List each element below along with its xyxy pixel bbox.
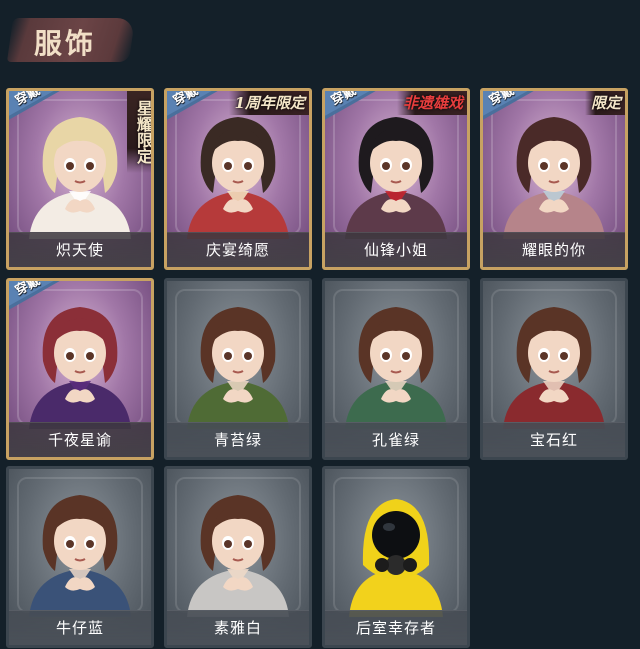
- costume-name: 后室幸存者: [325, 610, 467, 645]
- wear-badge: 穿戴: [325, 91, 381, 122]
- costume-name: 素雅白: [167, 610, 309, 645]
- pupil-right: [244, 162, 252, 170]
- costume-name: 庆宴绮愿: [167, 232, 309, 267]
- costume-card[interactable]: 穿戴 1周年限定庆宴绮愿: [164, 88, 312, 270]
- costume-name: 牛仔蓝: [9, 610, 151, 645]
- pupil-right: [402, 162, 410, 170]
- pupil-right: [402, 352, 410, 360]
- section-header: 服饰: [0, 0, 640, 80]
- costume-name: 耀眼的你: [483, 232, 625, 267]
- pupil-left: [224, 162, 232, 170]
- costume-name: 孔雀绿: [325, 422, 467, 457]
- costume-card[interactable]: 后室幸存者: [322, 466, 470, 648]
- costume-card[interactable]: 素雅白: [164, 466, 312, 648]
- costume-card[interactable]: 穿戴 限定耀眼的你: [480, 88, 628, 270]
- costume-name: 仙锋小姐: [325, 232, 467, 267]
- visor-glint: [383, 523, 395, 531]
- limited-tag: 非遗雄戏: [396, 91, 467, 115]
- costume-name: 宝石红: [483, 422, 625, 457]
- pupil-left: [540, 352, 548, 360]
- filter-right: [403, 558, 417, 572]
- pupil-left: [66, 162, 74, 170]
- pupil-right: [560, 162, 568, 170]
- costume-card[interactable]: 孔雀绿: [322, 278, 470, 460]
- visor: [372, 511, 420, 559]
- pupil-right: [86, 162, 94, 170]
- filter-left: [375, 558, 389, 572]
- costume-card[interactable]: 穿戴 非遗雄戏仙锋小姐: [322, 88, 470, 270]
- costume-card[interactable]: 牛仔蓝: [6, 466, 154, 648]
- limited-tag: 星耀限定: [127, 91, 151, 173]
- costume-card[interactable]: 穿戴 星耀限定炽天使: [6, 88, 154, 270]
- wear-badge: 穿戴: [9, 91, 65, 122]
- pupil-left: [382, 352, 390, 360]
- wear-badge: 穿戴: [9, 281, 65, 312]
- wear-badge: 穿戴: [483, 91, 539, 122]
- pupil-left: [224, 352, 232, 360]
- pupil-left: [66, 540, 74, 548]
- costume-portrait: [325, 281, 467, 431]
- pupil-right: [86, 540, 94, 548]
- limited-tag: 限定: [584, 91, 625, 115]
- costume-card[interactable]: 青苔绿: [164, 278, 312, 460]
- pupil-left: [382, 162, 390, 170]
- costume-portrait: [325, 469, 467, 619]
- pupil-right: [86, 352, 94, 360]
- costume-name: 炽天使: [9, 232, 151, 267]
- costume-card[interactable]: 宝石红: [480, 278, 628, 460]
- page-title: 服饰: [34, 27, 97, 60]
- costume-portrait: [483, 281, 625, 431]
- pupil-right: [244, 540, 252, 548]
- costume-portrait: [9, 469, 151, 619]
- costume-card[interactable]: 穿戴 千夜星谕: [6, 278, 154, 460]
- pupil-right: [244, 352, 252, 360]
- pupil-left: [224, 540, 232, 548]
- pupil-left: [66, 352, 74, 360]
- costume-name: 千夜星谕: [9, 422, 151, 457]
- wear-badge: 穿戴: [167, 91, 223, 122]
- limited-tag: 1周年限定: [228, 91, 309, 115]
- costume-name: 青苔绿: [167, 422, 309, 457]
- pupil-right: [560, 352, 568, 360]
- costume-portrait: [167, 469, 309, 619]
- costume-portrait: [167, 281, 309, 431]
- pupil-left: [540, 162, 548, 170]
